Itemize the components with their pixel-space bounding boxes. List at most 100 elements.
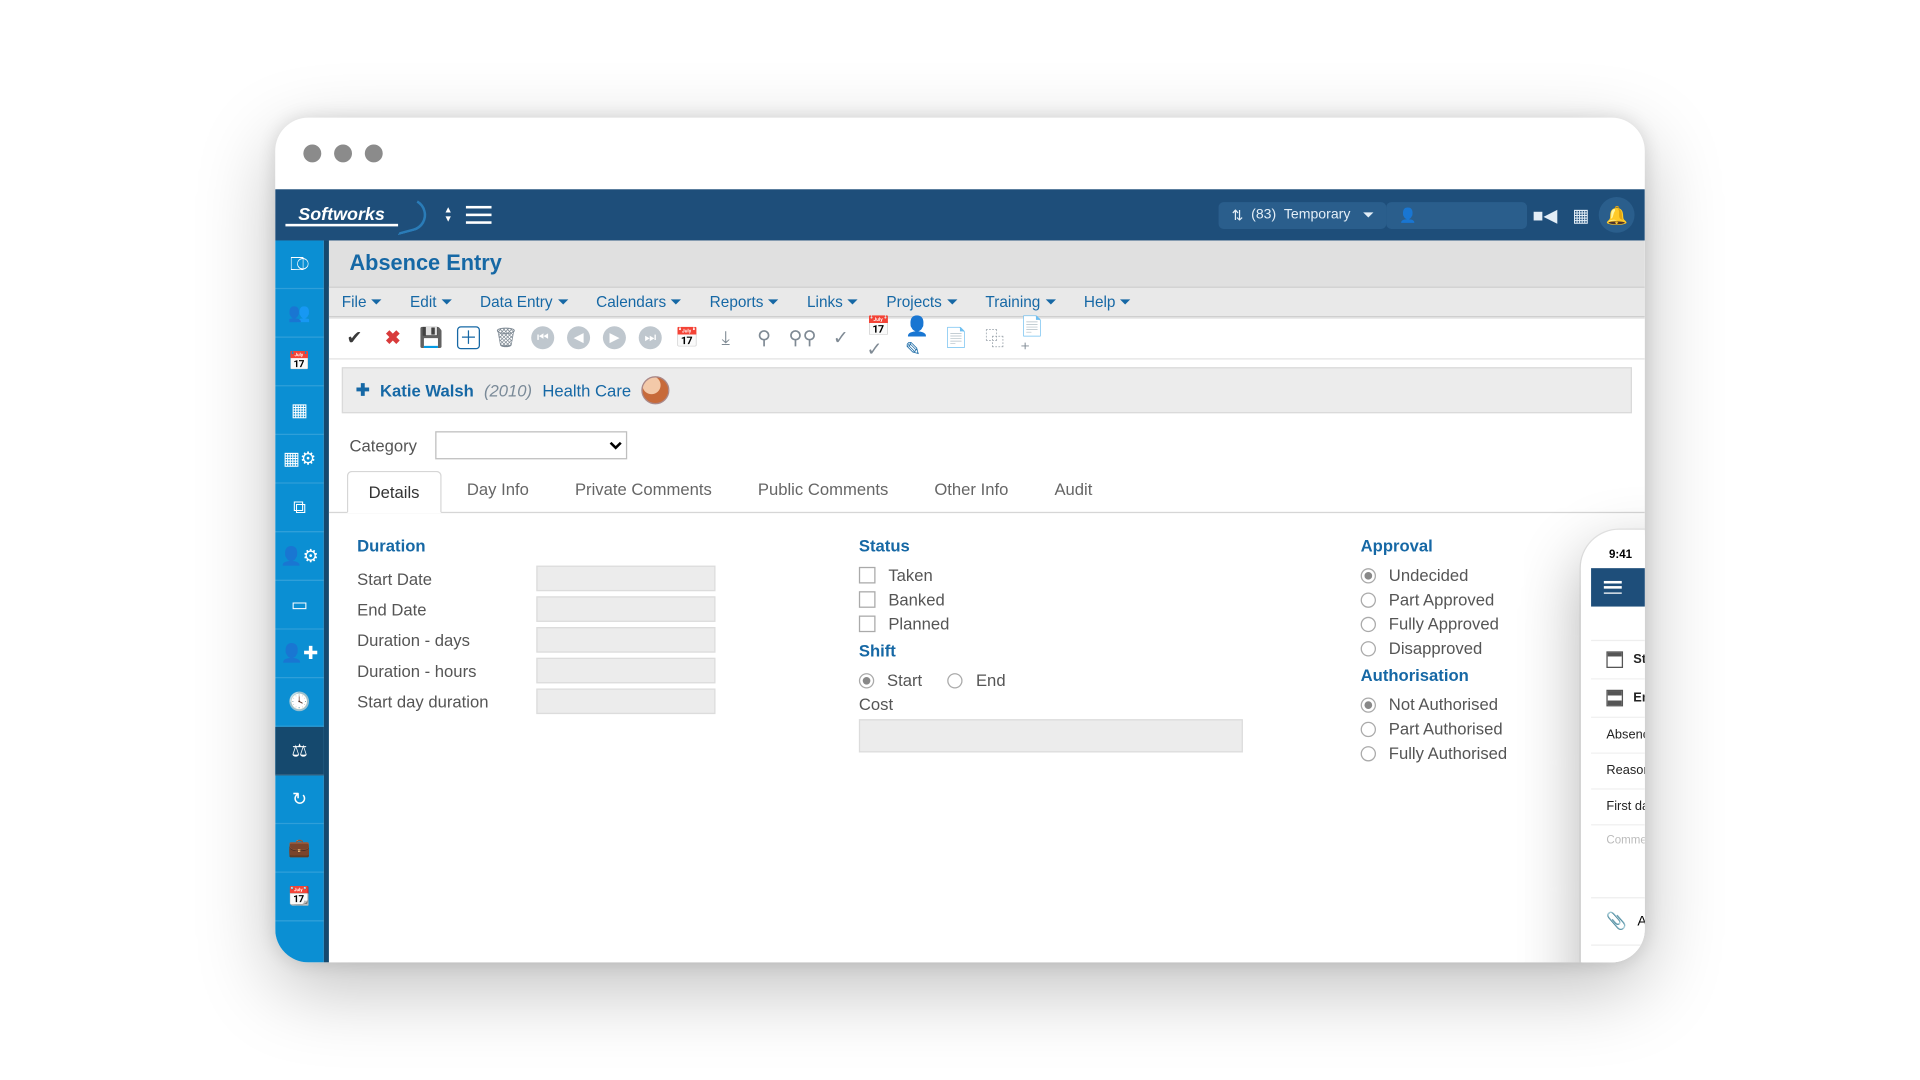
sort-toggle-icon[interactable] [444,206,453,224]
phone-reason-type-row[interactable]: Reason Type Cold / flu [1591,754,1645,790]
start-day-duration-label: Start day duration [357,692,523,711]
calendar-search-icon[interactable]: 📅 [675,325,701,351]
phone-end-date-row[interactable]: End Date 25/08/2022 [1591,680,1645,718]
document-add-icon[interactable]: 📄⁺ [1020,325,1046,351]
add-icon[interactable]: ＋ [457,326,480,349]
banked-checkbox[interactable] [859,591,876,608]
cost-input[interactable] [859,719,1243,752]
stamp-icon[interactable]: ⚲ [751,325,777,351]
prev-icon[interactable]: ◀ [567,326,590,349]
auth-full-label: Fully Authorised [1389,744,1507,763]
auth-not-label: Not Authorised [1389,695,1498,714]
phone-first-day-row[interactable]: First day Full Day [1591,790,1645,826]
planned-checkbox[interactable] [859,616,876,633]
auth-not-radio[interactable] [1361,697,1376,712]
cancel-icon[interactable]: ✖ [380,325,406,351]
sidebar-item-history[interactable]: ↻ [275,776,324,825]
start-date-input[interactable] [536,566,715,592]
tab-other-info[interactable]: Other Info [914,470,1029,512]
approval-full-radio[interactable] [1361,616,1376,631]
auth-part-radio[interactable] [1361,721,1376,736]
page-title: Absence Entry [329,240,1645,286]
delete-icon[interactable]: 🗑 [493,325,519,351]
category-label: Category [349,436,417,455]
stamp-multi-icon[interactable]: ⚲⚲ [790,325,816,351]
document-icon[interactable]: 📄 [943,325,969,351]
menu-projects[interactable]: Projects [886,293,957,311]
org-selector-button[interactable]: ⇅ (83) Temporary [1219,201,1386,228]
video-icon[interactable]: ■◀ [1527,197,1563,233]
last-icon[interactable]: ⏭ [639,326,662,349]
phone-comments-input[interactable]: Comments [1591,825,1645,898]
approval-heading: Approval [1361,536,1617,555]
approve-check-icon[interactable]: ✓ [828,325,854,351]
tab-day-info[interactable]: Day Info [446,470,549,512]
sidebar-item-people[interactable]: 👥 [275,289,324,338]
person-edit-icon[interactable]: 👤✎ [905,325,931,351]
sidebar-item-briefcase[interactable]: 💼 [275,824,324,873]
duration-days-input[interactable] [536,627,715,653]
notification-bell-icon[interactable]: 🔔 [1599,197,1635,233]
tab-private-comments[interactable]: Private Comments [554,470,732,512]
employee-avatar [641,376,669,404]
save-icon[interactable]: 💾 [419,325,445,351]
duration-hours-input[interactable] [536,658,715,684]
approval-undecided-radio[interactable] [1361,568,1376,583]
apps-grid-icon[interactable]: ▦ [1563,197,1599,233]
sidebar-item-user-settings[interactable]: 👤⚙ [275,532,324,581]
download-icon[interactable]: ⤓ [713,325,739,351]
first-icon[interactable]: ⏮ [531,326,554,349]
sidebar-item-blank-calendar[interactable]: ▭ [275,581,324,630]
phone-absence-type-row[interactable]: Absence Type Certified Sick [1591,718,1645,754]
tab-audit[interactable]: Audit [1034,470,1113,512]
sidebar-item-calendar[interactable]: ▦ [275,386,324,435]
menu-links[interactable]: Links [807,293,858,311]
sidebar-item-copy[interactable]: ⧉ [275,484,324,533]
auth-full-radio[interactable] [1361,745,1376,760]
approval-disapproved-radio[interactable] [1361,640,1376,655]
org-chart-icon[interactable]: ⿻ [982,325,1008,351]
phone-reason-type-label: Reason Type [1606,764,1644,778]
menu-help[interactable]: Help [1084,293,1131,311]
tab-details[interactable]: Details [347,471,441,513]
sidebar-item-calendar-15[interactable]: 📅 [275,338,324,387]
sidebar-item-schedule[interactable]: 📆 [275,873,324,922]
hamburger-icon[interactable] [465,206,491,224]
calendar-check-icon[interactable]: 📅✓ [867,325,893,351]
mobile-mockup: 9:41 📶 🔋 Softworks ⌂ Request Absence Sta… [1581,530,1645,963]
end-date-input[interactable] [536,596,715,622]
phone-start-date-row[interactable]: Start Date 22/08/2022 [1591,641,1645,679]
expand-employee-icon[interactable]: ✚ [356,380,370,400]
person-search-button[interactable]: 👤 [1386,201,1527,228]
taken-checkbox[interactable] [859,567,876,584]
employee-name[interactable]: Katie Walsh [380,381,474,400]
sidebar-item-user-check[interactable]: 👤✚ [275,630,324,679]
start-day-duration-input[interactable] [536,688,715,714]
org-selector-label: Temporary [1284,207,1351,222]
calendar-filled-icon [1606,690,1623,707]
approval-part-radio[interactable] [1361,592,1376,607]
phone-add-attachment-row[interactable]: 📎 Add Attachment [1591,898,1645,945]
sidebar-item-org[interactable]: ⎄ [275,240,324,289]
duration-heading: Duration [357,536,808,555]
menu-edit[interactable]: Edit [410,293,452,311]
approval-full-label: Fully Approved [1389,614,1499,633]
phone-hamburger-icon[interactable] [1604,581,1622,594]
browser-window: Softworks ⇅ (83) Temporary 👤 ■◀ ▦ 🔔 ⎄ 👥 … [275,118,1645,963]
shift-start-radio[interactable] [859,672,874,687]
sidebar-item-balance[interactable]: ⚖ [275,727,324,776]
authorisation-heading: Authorisation [1361,665,1617,684]
menu-calendars[interactable]: Calendars [596,293,681,311]
confirm-icon[interactable]: ✔ [342,325,368,351]
next-icon[interactable]: ▶ [603,326,626,349]
menu-file[interactable]: File [342,293,382,311]
menu-training[interactable]: Training [985,293,1055,311]
sidebar-item-calendar-settings[interactable]: ▦⚙ [275,435,324,484]
sidebar-item-clock-add[interactable]: 🕓 [275,678,324,727]
phone-first-day-label: First day [1606,800,1644,814]
menu-data-entry[interactable]: Data Entry [480,293,568,311]
tab-public-comments[interactable]: Public Comments [737,470,908,512]
shift-end-radio[interactable] [948,672,963,687]
menu-reports[interactable]: Reports [710,293,779,311]
category-select[interactable] [435,431,627,459]
